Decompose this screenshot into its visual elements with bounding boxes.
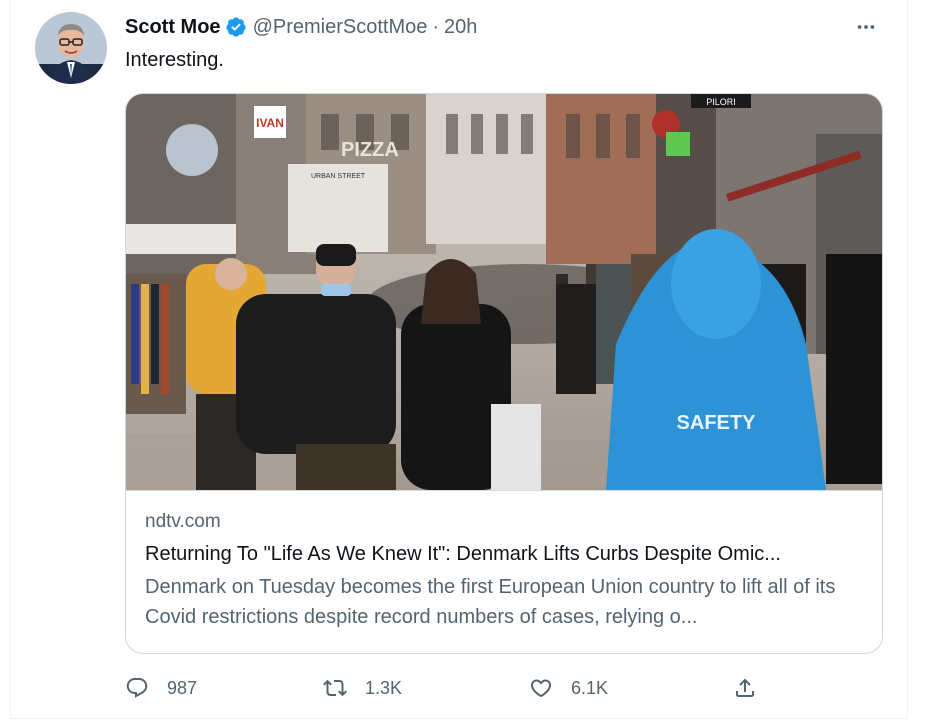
verified-badge-icon bbox=[225, 16, 247, 38]
action-bar: 987 1.3K 6.1K bbox=[125, 672, 885, 704]
retweet-count: 1.3K bbox=[365, 677, 403, 698]
pizza-sign: PIZZA bbox=[341, 139, 399, 161]
street-photo: IVAN PIZZA URBAN STREET PILORI SAFETY bbox=[126, 94, 882, 490]
author-handle[interactable]: @PremierScottMoe bbox=[253, 14, 428, 40]
pilori-sign: PILORI bbox=[706, 97, 736, 107]
tweet-timestamp[interactable]: 20h bbox=[444, 14, 477, 40]
avatar[interactable] bbox=[35, 12, 107, 84]
reply-icon bbox=[126, 678, 148, 698]
tweet-header: Scott Moe @PremierScottMoe · 20h bbox=[125, 14, 477, 40]
like-button[interactable]: 6.1K bbox=[529, 672, 608, 704]
more-horizontal-icon[interactable] bbox=[851, 12, 881, 42]
link-card[interactable]: IVAN PIZZA URBAN STREET PILORI SAFETY nd… bbox=[125, 93, 883, 654]
share-button[interactable] bbox=[733, 672, 757, 704]
tweet-text: Interesting. bbox=[125, 49, 224, 71]
retweet-icon bbox=[323, 679, 347, 697]
reply-count: 987 bbox=[167, 677, 198, 698]
heart-icon bbox=[530, 679, 552, 698]
safety-jacket-text: SAFETY bbox=[677, 412, 757, 434]
retweet-button[interactable]: 1.3K bbox=[323, 672, 402, 704]
card-body[interactable]: ndtv.com Returning To "Life As We Knew I… bbox=[126, 490, 882, 653]
like-count: 6.1K bbox=[571, 677, 609, 698]
street-banner: URBAN STREET bbox=[311, 173, 366, 180]
share-icon bbox=[736, 678, 754, 697]
avatar-photo bbox=[35, 12, 107, 84]
card-title[interactable]: Returning To "Life As We Knew It": Denma… bbox=[145, 541, 867, 567]
ivan-sign: IVAN bbox=[256, 116, 284, 130]
card-domain: ndtv.com bbox=[145, 511, 221, 532]
tweet[interactable]: Scott Moe @PremierScottMoe · 20h Interes… bbox=[10, 0, 908, 719]
separator-dot: · bbox=[432, 16, 440, 38]
reply-button[interactable]: 987 bbox=[125, 672, 197, 704]
author-name[interactable]: Scott Moe bbox=[125, 14, 221, 40]
card-image[interactable]: IVAN PIZZA URBAN STREET PILORI SAFETY bbox=[126, 94, 882, 490]
card-description: Denmark on Tuesday becomes the first Eur… bbox=[145, 576, 836, 628]
